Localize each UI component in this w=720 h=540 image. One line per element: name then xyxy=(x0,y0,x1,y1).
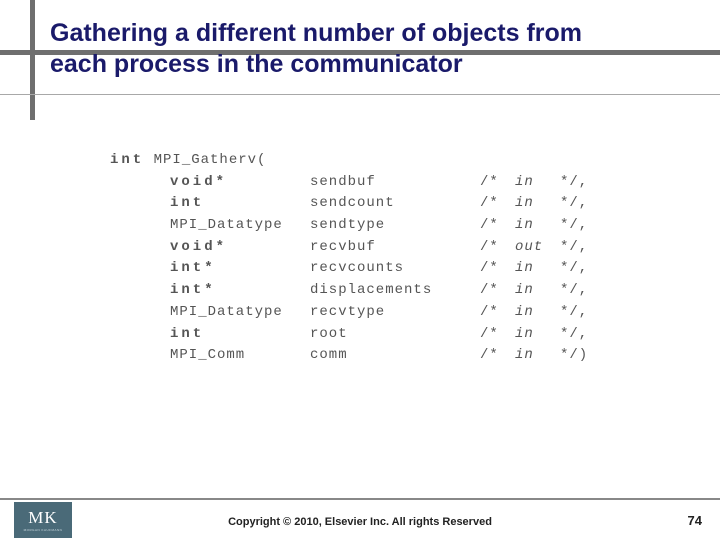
function-name: MPI_Gatherv( xyxy=(154,152,267,168)
param-name: recvbuf xyxy=(310,237,480,259)
param-direction: in xyxy=(515,324,560,346)
param-name: recvtype xyxy=(310,302,480,324)
param-name: recvcounts xyxy=(310,258,480,280)
comment-open: /* xyxy=(480,215,515,237)
param-row: void*sendbuf/*in*/, xyxy=(110,172,588,194)
param-type: int xyxy=(170,193,310,215)
header: Gathering a different number of objects … xyxy=(0,0,720,81)
slide-title: Gathering a different number of objects … xyxy=(50,18,720,81)
comment-close: */, xyxy=(560,195,588,211)
comment-open: /* xyxy=(480,280,515,302)
comment-close: */, xyxy=(560,239,588,255)
param-type: MPI_Datatype xyxy=(170,215,310,237)
param-direction: in xyxy=(515,258,560,280)
param-name: sendtype xyxy=(310,215,480,237)
param-direction: in xyxy=(515,280,560,302)
comment-close: */, xyxy=(560,260,588,276)
copyright-text: Copyright © 2010, Elsevier Inc. All righ… xyxy=(0,516,720,528)
param-direction: in xyxy=(515,193,560,215)
param-direction: in xyxy=(515,172,560,194)
page-number: 74 xyxy=(688,513,702,528)
param-row: MPI_Datatyperecvtype/*in*/, xyxy=(110,302,588,324)
param-row: int*recvcounts/*in*/, xyxy=(110,258,588,280)
param-name: comm xyxy=(310,345,480,367)
param-type: int* xyxy=(170,258,310,280)
param-type: int xyxy=(170,324,310,346)
code-signature: int MPI_Gatherv( void*sendbuf/*in*/,ints… xyxy=(110,150,588,367)
comment-open: /* xyxy=(480,172,515,194)
decor-vertical-bar xyxy=(30,0,35,120)
param-type: MPI_Comm xyxy=(170,345,310,367)
param-row: introot/*in*/, xyxy=(110,324,588,346)
logo-subtext: MORGAN KAUFMANN xyxy=(24,528,63,532)
comment-close: */) xyxy=(560,347,588,363)
comment-close: */, xyxy=(560,174,588,190)
param-row: void*recvbuf/*out*/, xyxy=(110,237,588,259)
comment-close: */, xyxy=(560,304,588,320)
param-type: void* xyxy=(170,237,310,259)
comment-open: /* xyxy=(480,193,515,215)
comment-open: /* xyxy=(480,324,515,346)
comment-open: /* xyxy=(480,258,515,280)
param-direction: in xyxy=(515,215,560,237)
param-name: displacements xyxy=(310,280,480,302)
footer-divider xyxy=(0,498,720,500)
title-line-2: each process in the communicator xyxy=(50,50,463,78)
footer: MK MORGAN KAUFMANN Copyright © 2010, Els… xyxy=(0,498,720,540)
param-direction: in xyxy=(515,345,560,367)
param-name: sendcount xyxy=(310,193,480,215)
param-type: void* xyxy=(170,172,310,194)
param-name: sendbuf xyxy=(310,172,480,194)
param-row: int*displacements/*in*/, xyxy=(110,280,588,302)
param-type: MPI_Datatype xyxy=(170,302,310,324)
decor-horizontal-line xyxy=(0,94,720,95)
comment-open: /* xyxy=(480,302,515,324)
param-row: MPI_Commcomm/*in*/) xyxy=(110,345,588,367)
comment-close: */, xyxy=(560,326,588,342)
comment-close: */, xyxy=(560,217,588,233)
param-row: MPI_Datatypesendtype/*in*/, xyxy=(110,215,588,237)
param-direction: out xyxy=(515,237,560,259)
param-name: root xyxy=(310,324,480,346)
param-type: int* xyxy=(170,280,310,302)
comment-close: */, xyxy=(560,282,588,298)
param-direction: in xyxy=(515,302,560,324)
title-line-1: Gathering a different number of objects … xyxy=(50,19,582,47)
code-decl-line: int MPI_Gatherv( xyxy=(110,150,588,172)
return-type: int xyxy=(110,152,144,168)
comment-open: /* xyxy=(480,345,515,367)
param-row: intsendcount/*in*/, xyxy=(110,193,588,215)
comment-open: /* xyxy=(480,237,515,259)
